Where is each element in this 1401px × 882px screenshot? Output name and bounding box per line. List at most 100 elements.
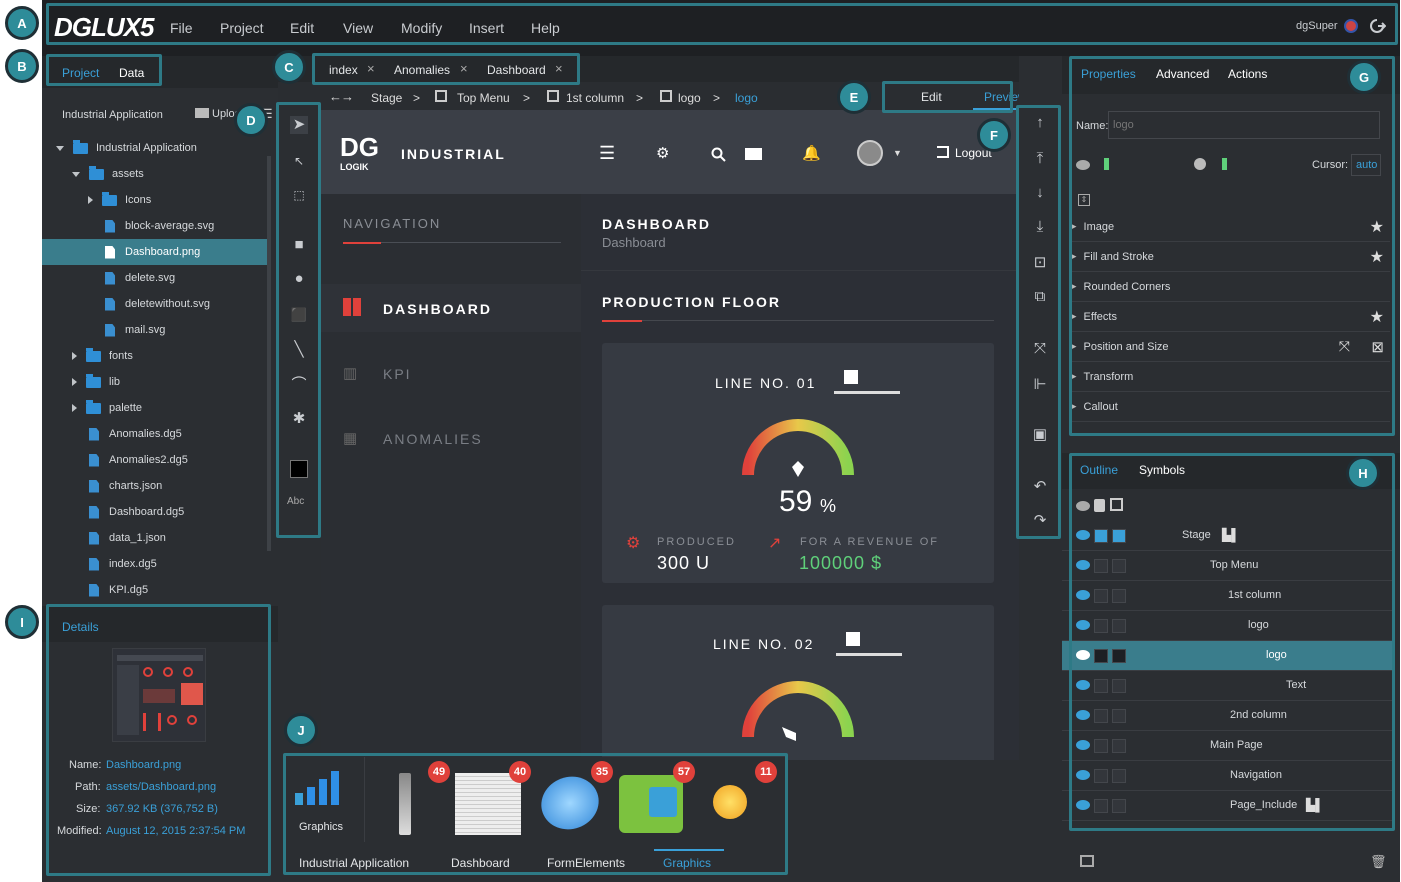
logout-icon[interactable] xyxy=(937,146,949,158)
hamburger-icon[interactable]: ☰ xyxy=(599,143,615,164)
paper-symbol[interactable] xyxy=(455,773,521,835)
visibility-icon[interactable] xyxy=(1076,560,1090,570)
tab-project[interactable]: Project xyxy=(62,66,99,80)
tree-item[interactable]: deletewithout.svg xyxy=(42,291,267,317)
tab-data[interactable]: Data xyxy=(119,66,144,80)
visibility-icon[interactable] xyxy=(1076,800,1090,810)
tab-details[interactable]: Details xyxy=(62,620,99,634)
edit-toggle[interactable] xyxy=(1112,649,1126,663)
edit-toggle[interactable] xyxy=(1112,799,1126,813)
upload-icon[interactable] xyxy=(195,108,209,118)
tree-item[interactable]: data_1.json xyxy=(42,525,267,551)
outline-row[interactable]: Stage ▙▌ xyxy=(1062,521,1392,551)
tree-item[interactable]: fonts xyxy=(42,343,267,369)
tree-item[interactable]: Dashboard.png xyxy=(42,239,267,265)
edit-toggle[interactable] xyxy=(1112,559,1126,573)
align-top-icon[interactable]: ⤒ xyxy=(1031,150,1049,168)
lock-toggle[interactable] xyxy=(1094,769,1108,783)
visibility-icon[interactable] xyxy=(1076,740,1090,750)
tree-item[interactable]: index.dg5 xyxy=(42,551,267,577)
marquee-icon[interactable]: ⬚ xyxy=(290,186,308,204)
outline-row[interactable]: Main Page xyxy=(1062,731,1392,761)
collapse-toggle-icon[interactable]: ⇕ xyxy=(1078,194,1090,206)
menu-insert[interactable]: Insert xyxy=(469,20,504,36)
tab-properties[interactable]: Properties xyxy=(1081,67,1136,81)
visibility-icon[interactable] xyxy=(1076,650,1090,660)
curve-icon[interactable]: ⌒ xyxy=(290,376,308,394)
logout-icon[interactable] xyxy=(1368,17,1386,35)
edit-toggle[interactable] xyxy=(1112,709,1126,723)
menu-help[interactable]: Help xyxy=(531,20,560,36)
menu-view[interactable]: View xyxy=(343,20,373,36)
fit-size-icon[interactable]: ⤧ xyxy=(1339,338,1350,355)
outline-row[interactable]: 1st column xyxy=(1062,581,1392,611)
outline-row[interactable]: Page_Include ▙▌ xyxy=(1062,791,1392,821)
tree-item[interactable]: Icons xyxy=(42,187,267,213)
star-icon[interactable]: ★ xyxy=(1370,307,1384,327)
lock-toggle[interactable] xyxy=(1094,799,1108,813)
tab-advanced[interactable]: Advanced xyxy=(1156,67,1209,81)
star-icon[interactable]: ★ xyxy=(1370,247,1384,267)
nav-item-dashboard[interactable]: DASHBOARD xyxy=(321,284,581,332)
visibility-icon[interactable] xyxy=(1076,160,1090,170)
tree-item[interactable]: palette xyxy=(42,395,267,421)
line-icon[interactable]: ╲ xyxy=(290,341,308,359)
close-tab-icon[interactable]: × xyxy=(460,61,468,76)
star-icon[interactable]: ★ xyxy=(1370,217,1384,237)
ellipse-icon[interactable]: ● xyxy=(290,270,308,288)
collapsed-arrow-icon[interactable] xyxy=(72,378,77,386)
expand-arrow-icon[interactable] xyxy=(72,171,80,177)
close-tab-icon[interactable]: × xyxy=(555,61,563,76)
flag-icon[interactable] xyxy=(1344,19,1358,33)
lock-toggle[interactable] xyxy=(1094,559,1108,573)
nav-item-kpi[interactable]: KPI xyxy=(383,366,412,382)
arrow-up-icon[interactable]: ↑ xyxy=(1031,114,1049,132)
edit-toggle[interactable] xyxy=(1112,529,1126,543)
tree-item[interactable]: block-average.svg xyxy=(42,213,267,239)
distribute-icon[interactable]: ▣ xyxy=(1031,426,1049,444)
edit-toggle[interactable] xyxy=(1112,769,1126,783)
select-tool-icon[interactable]: ➤ xyxy=(290,116,308,134)
property-section[interactable]: ▸ Position and Size ⤧ ⊠ xyxy=(1072,332,1390,362)
tree-item[interactable]: Anomalies.dg5 xyxy=(42,421,267,447)
tab-symbols[interactable]: Symbols xyxy=(1139,463,1185,477)
expand-arrow-icon[interactable] xyxy=(56,145,64,151)
forward-icon[interactable]: → xyxy=(341,89,354,104)
outline-row[interactable]: 2nd column xyxy=(1062,701,1392,731)
user-name[interactable]: dgSuper xyxy=(1296,20,1338,32)
doc-tab-index[interactable]: index xyxy=(329,63,358,77)
component-icon[interactable]: ✱ xyxy=(290,410,308,428)
visibility-icon[interactable] xyxy=(1076,710,1090,720)
trash-icon[interactable]: 🗑 xyxy=(1370,854,1387,870)
color-swatch[interactable] xyxy=(290,460,308,478)
close-tab-icon[interactable]: × xyxy=(367,61,375,76)
collapsed-arrow-icon[interactable] xyxy=(72,404,77,412)
settings-icon[interactable]: ⚙ xyxy=(656,144,669,162)
appliance-symbol[interactable] xyxy=(619,775,683,833)
text-tool[interactable]: Abc xyxy=(287,496,304,507)
tree-item[interactable]: assets xyxy=(42,161,267,187)
property-section[interactable]: ▸ Callout xyxy=(1072,392,1390,422)
tab-outline[interactable]: Outline xyxy=(1080,463,1118,477)
tree-item[interactable]: delete.svg xyxy=(42,265,267,291)
undo-icon[interactable]: ↶ xyxy=(1031,478,1049,496)
duplicate-icon[interactable] xyxy=(1080,855,1094,867)
visibility-icon[interactable] xyxy=(1076,530,1090,540)
tree-scrollbar[interactable] xyxy=(267,156,271,551)
nav-item-anomalies[interactable]: ANOMALIES xyxy=(383,431,483,447)
doc-tab-anomalies[interactable]: Anomalies xyxy=(394,63,450,77)
crumb-logo[interactable]: logo xyxy=(678,91,701,105)
outline-row[interactable]: logo xyxy=(1062,641,1392,671)
tree-item[interactable]: mail.svg xyxy=(42,317,267,343)
crumb-top-menu[interactable]: Top Menu xyxy=(457,91,510,105)
lock-toggle[interactable] xyxy=(1094,709,1108,723)
mail-icon[interactable] xyxy=(745,148,762,160)
company-logo[interactable]: DG xyxy=(340,134,379,160)
name-field[interactable] xyxy=(1108,111,1380,139)
edit-toggle[interactable] xyxy=(1112,679,1126,693)
redo-icon[interactable]: ↷ xyxy=(1031,512,1049,530)
rectangle-icon[interactable]: ■ xyxy=(290,236,308,254)
tree-item[interactable]: Industrial Application xyxy=(42,135,267,161)
edit-toggle[interactable] xyxy=(1112,619,1126,633)
visibility-icon[interactable] xyxy=(1076,680,1090,690)
